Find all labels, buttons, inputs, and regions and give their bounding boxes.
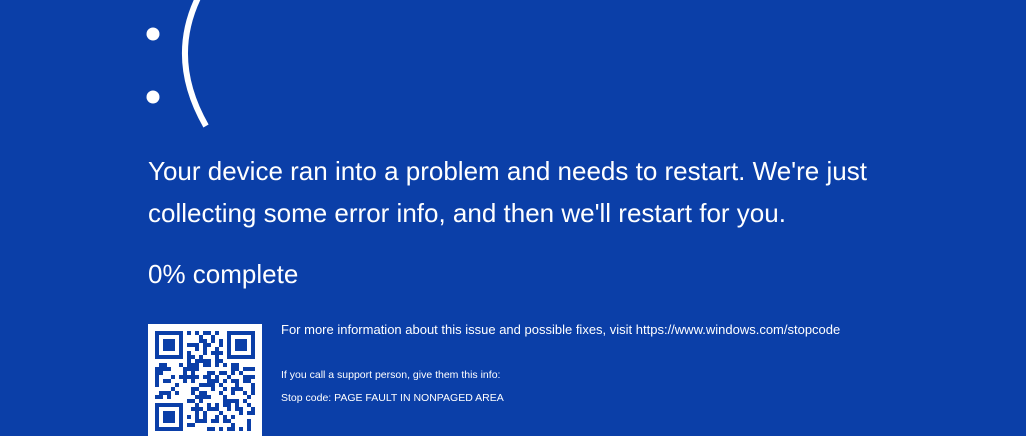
error-message-line-2: collecting some error info, and then we'… bbox=[148, 198, 786, 228]
bsod-screen: Your device ran into a problem and needs… bbox=[0, 0, 1026, 436]
qr-code-icon bbox=[148, 324, 262, 436]
support-text: If you call a support person, give them … bbox=[281, 369, 501, 381]
more-info-text: For more information about this issue an… bbox=[281, 322, 841, 337]
progress-label: 0% complete bbox=[148, 259, 299, 289]
info-block: For more information about this issue an… bbox=[281, 320, 1001, 405]
stop-code-text: Stop code: PAGE FAULT IN NONPAGED AREA bbox=[281, 392, 504, 404]
sad-face-icon bbox=[140, 0, 250, 131]
error-message: Your device ran into a problem and needs… bbox=[148, 150, 1008, 234]
error-message-line-1: Your device ran into a problem and needs… bbox=[148, 156, 867, 186]
